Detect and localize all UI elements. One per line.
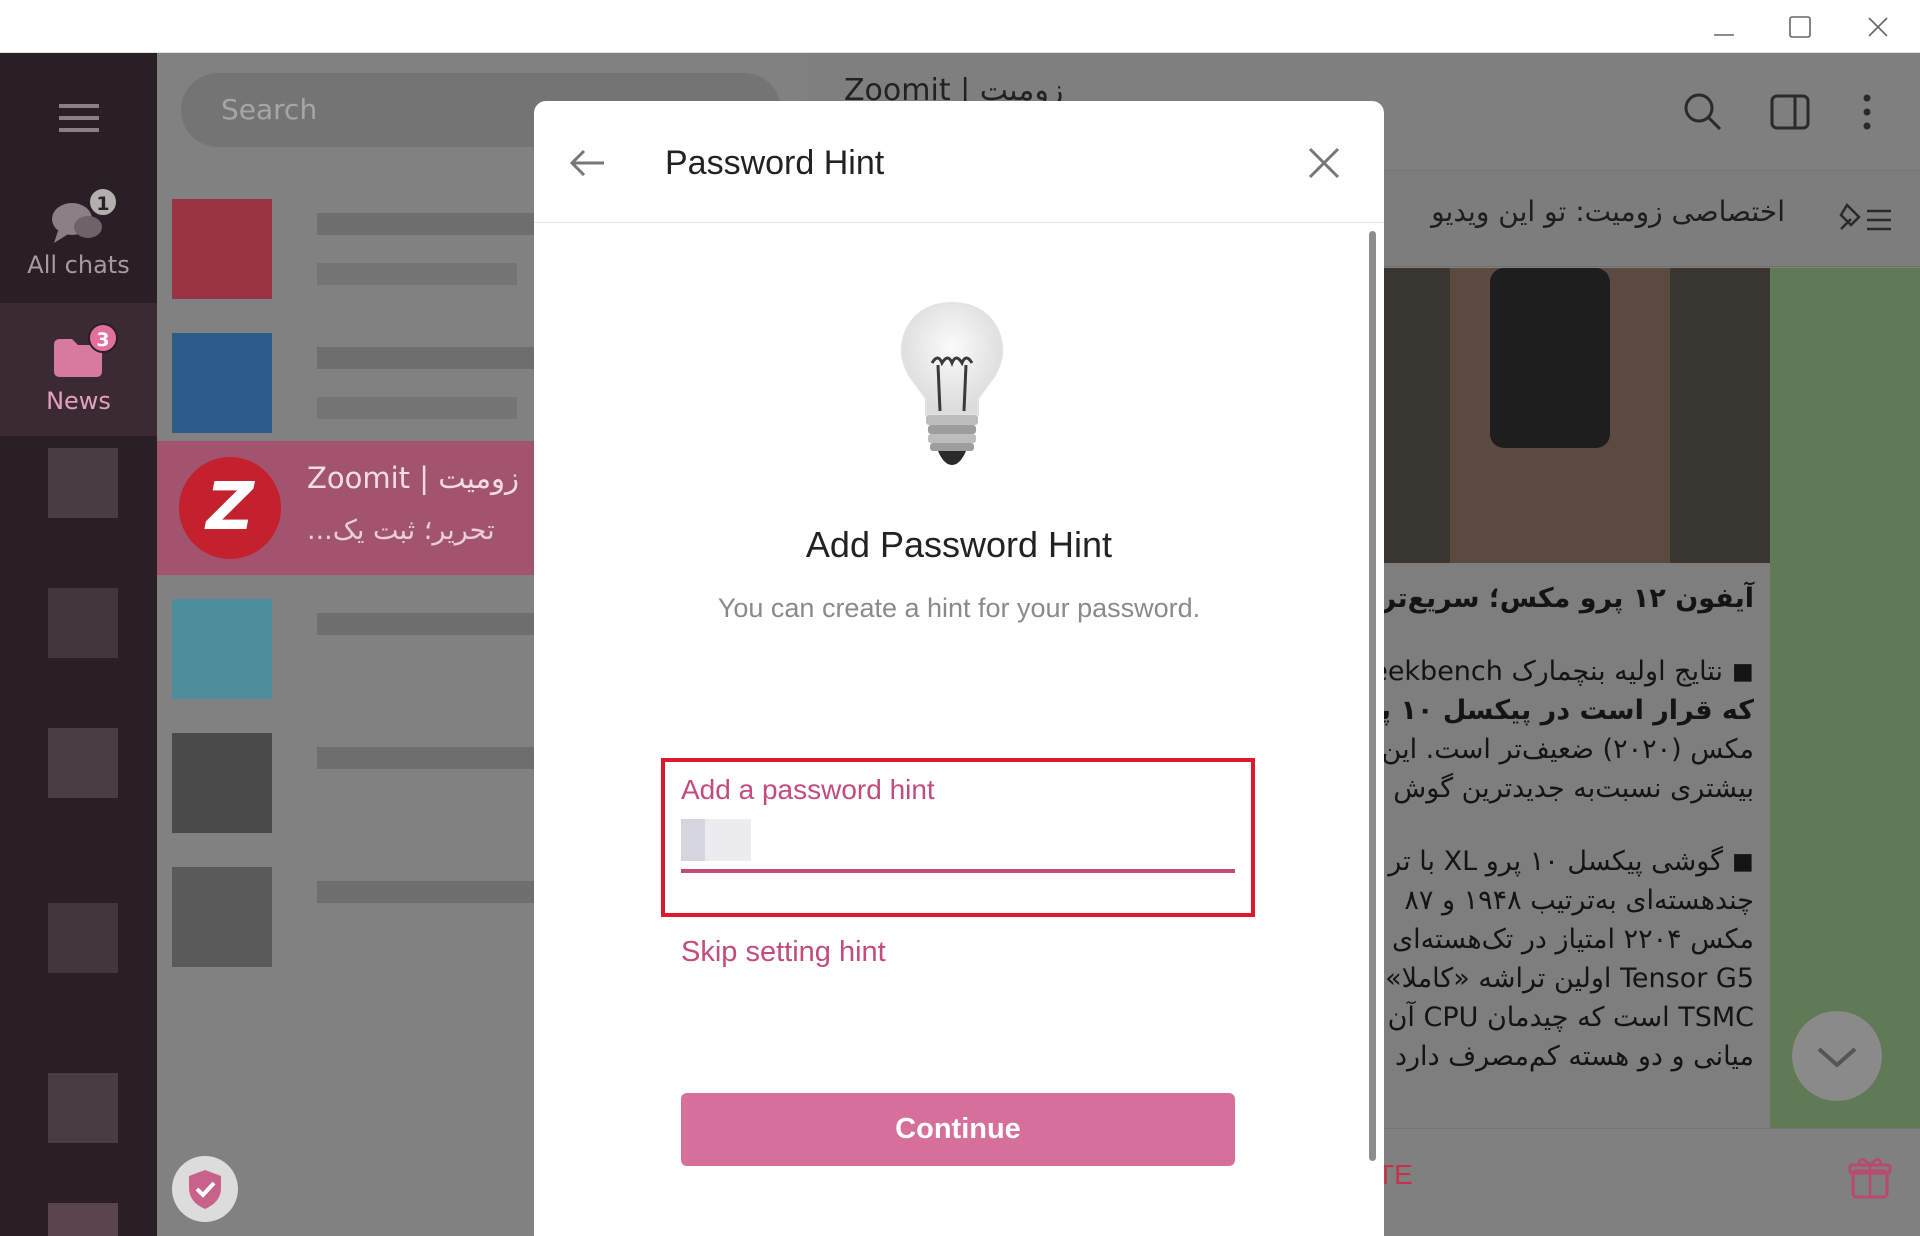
- phone-photo: [1490, 268, 1610, 448]
- folder-all-chats[interactable]: 1 All chats: [0, 167, 157, 300]
- message-image[interactable]: [1380, 268, 1770, 563]
- blurred-avatar: [172, 199, 272, 299]
- more-icon[interactable]: [1857, 91, 1877, 133]
- password-hint-input[interactable]: [681, 814, 1235, 866]
- blurred-folder: [48, 588, 118, 658]
- chevron-down-icon: [1817, 1047, 1857, 1068]
- blurred-folder: [48, 448, 118, 518]
- message-line: مکس ۲۲۰۴ امتیاز در تک‌هسته‌ای: [1391, 924, 1754, 955]
- blurred-folder: [48, 1203, 118, 1236]
- window-title-bar: [0, 0, 1920, 53]
- gift-icon[interactable]: [1847, 1155, 1893, 1201]
- dialog-header: Password Hint: [534, 101, 1384, 223]
- search-placeholder: Search: [221, 93, 318, 126]
- dialog-subtitle: You can create a hint for your password.: [717, 593, 1201, 623]
- minimize-icon[interactable]: [1696, 8, 1752, 46]
- dialog-scrollbar[interactable]: [1369, 231, 1376, 1161]
- lightbulb-icon: [900, 301, 1004, 465]
- chat-preview: ...تحریر؛ ثبت یک: [307, 515, 495, 546]
- message-line: میانی و دو هسته کم‌مصرف دارد: [1395, 1041, 1754, 1072]
- folder-label: All chats: [27, 251, 130, 279]
- message-body: آیفون ۱۲ پرو مکس؛ سریع‌تر از گ ◼ نتایج ا…: [1380, 563, 1770, 1128]
- close-icon[interactable]: [1850, 8, 1906, 46]
- search-icon[interactable]: [1682, 91, 1724, 133]
- message-line: آیفون ۱۲ پرو مکس؛ سریع‌تر از گ: [1380, 583, 1754, 614]
- message-line: TSMC است که چیدمان CPU آن: [1387, 1002, 1754, 1033]
- shield-icon[interactable]: [172, 1156, 238, 1222]
- message-line: ◼ نتایج اولیه بنچمارک Geekbench: [1380, 656, 1754, 687]
- blurred-folder: [48, 903, 118, 973]
- message-line: بیشتری نسبت‌به جدیدترین گوش: [1393, 773, 1754, 804]
- menu-icon[interactable]: [55, 98, 103, 138]
- password-hint-dialog: Password Hint Add Password Hint You can …: [534, 101, 1384, 1236]
- input-underline: [681, 869, 1235, 873]
- pinned-text: اختصاصی زومیت: تو این ویدیو: [1431, 195, 1785, 228]
- folder-news[interactable]: 3 News: [0, 303, 157, 436]
- blurred-avatar: [172, 599, 272, 699]
- message-line: که قرار است در پیکسل ۱۰ پرو XL: [1380, 695, 1754, 726]
- blurred-avatar: [172, 733, 272, 833]
- message-line: Tensor G5 اولین تراشه «کاملا»: [1385, 963, 1754, 994]
- blurred-text: [317, 263, 517, 285]
- sidebar-toggle-icon[interactable]: [1769, 91, 1811, 133]
- hint-field-label: Add a password hint: [681, 774, 935, 805]
- folder-rail: 1 All chats 3 News: [0, 53, 157, 1236]
- scroll-down-button[interactable]: [1792, 1011, 1882, 1101]
- blurred-text: [317, 397, 517, 419]
- folder-label: News: [46, 387, 111, 415]
- message-line: چندهسته‌ای به‌ترتیب ۱۹۴۸ و ۸۷: [1404, 885, 1754, 916]
- continue-button[interactable]: Continue: [681, 1093, 1235, 1166]
- unread-badge: 1: [88, 187, 118, 217]
- pinned-list-icon[interactable]: [1837, 201, 1895, 237]
- blurred-folder: [48, 1073, 118, 1143]
- chat-name: Zoomit | زومیت: [307, 461, 520, 495]
- blurred-avatar: [172, 333, 272, 433]
- unread-badge: 3: [88, 323, 118, 353]
- message-line: ◼ گوشی پیکسل ۱۰ پرو XL با تر: [1388, 846, 1754, 877]
- maximize-icon[interactable]: [1772, 8, 1828, 46]
- blurred-avatar: [172, 867, 272, 967]
- close-icon[interactable]: [1302, 141, 1346, 185]
- back-arrow-icon[interactable]: [566, 141, 610, 185]
- blurred-folder: [48, 728, 118, 798]
- dialog-heading: Add Password Hint: [805, 524, 1113, 565]
- avatar: Z: [179, 457, 281, 559]
- skip-hint-link[interactable]: Skip setting hint: [681, 936, 886, 969]
- dialog-title: Password Hint: [665, 144, 885, 182]
- message-line: مکس (۲۰۲۰) ضعیف‌تر است. این: [1381, 734, 1754, 765]
